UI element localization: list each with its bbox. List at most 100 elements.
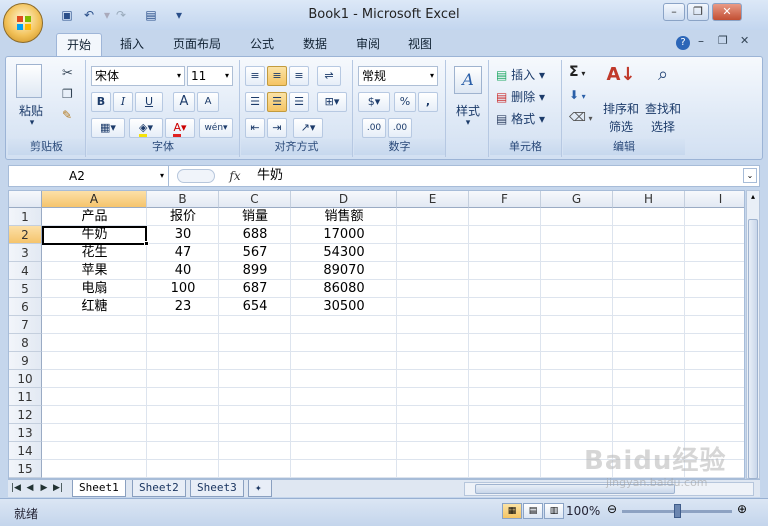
autosum-button[interactable]: Σ ▾ bbox=[569, 64, 585, 80]
cell-B2[interactable]: 30 bbox=[147, 226, 219, 244]
align-top-button[interactable]: ≡ bbox=[245, 66, 265, 86]
tab-page-layout[interactable]: 页面布局 bbox=[163, 33, 231, 56]
cell-A6[interactable]: 红糖 bbox=[42, 298, 147, 316]
redo-icon[interactable]: ↷ bbox=[112, 7, 130, 23]
zoom-in-icon[interactable]: ⊕ bbox=[737, 502, 747, 516]
find-select-label[interactable]: 查找和 bbox=[643, 100, 683, 117]
row-header-5[interactable]: 5 bbox=[9, 280, 42, 298]
increase-indent-button[interactable]: ⇥ bbox=[267, 118, 287, 138]
sort-filter-icon[interactable]: A↓ bbox=[603, 64, 639, 90]
cell-C2[interactable]: 688 bbox=[219, 226, 291, 244]
paste-dropdown-icon[interactable]: ▾ bbox=[22, 118, 42, 128]
zoom-out-icon[interactable]: ⊖ bbox=[607, 502, 617, 516]
zoom-slider-knob[interactable] bbox=[674, 504, 681, 518]
column-header-F[interactable]: F bbox=[469, 191, 541, 208]
row-header-13[interactable]: 13 bbox=[9, 424, 42, 442]
prev-sheet-icon[interactable]: ◀ bbox=[24, 481, 36, 496]
styles-dropdown-icon[interactable]: ▾ bbox=[447, 118, 489, 128]
percent-button[interactable]: % bbox=[394, 92, 416, 112]
accounting-format-button[interactable]: $▾ bbox=[358, 92, 390, 112]
cell-B6[interactable]: 23 bbox=[147, 298, 219, 316]
cell-D6[interactable]: 30500 bbox=[291, 298, 397, 316]
row-header-1[interactable]: 1 bbox=[9, 208, 42, 226]
close-button[interactable]: ✕ bbox=[712, 3, 742, 21]
cell-A5[interactable]: 电扇 bbox=[42, 280, 147, 298]
fill-color-button[interactable]: ◈▾ bbox=[129, 118, 163, 138]
last-sheet-icon[interactable]: ▶| bbox=[52, 481, 64, 496]
column-header-E[interactable]: E bbox=[397, 191, 469, 208]
form-icon[interactable]: ▤ bbox=[142, 7, 160, 23]
align-right-button[interactable]: ☰ bbox=[289, 92, 309, 112]
row-header-4[interactable]: 4 bbox=[9, 262, 42, 280]
page-break-view-button[interactable]: ▥ bbox=[544, 503, 564, 519]
vertical-scroll-thumb[interactable] bbox=[748, 219, 758, 479]
bold-button[interactable]: B bbox=[91, 92, 111, 112]
fill-icon[interactable]: ⬇ ▾ bbox=[569, 88, 586, 102]
tab-formulas[interactable]: 公式 bbox=[240, 33, 284, 56]
name-box[interactable]: A2 ▾ bbox=[9, 166, 169, 186]
cell-C4[interactable]: 899 bbox=[219, 262, 291, 280]
row-header-6[interactable]: 6 bbox=[9, 298, 42, 316]
italic-button[interactable]: I bbox=[113, 92, 133, 112]
row-header-12[interactable]: 12 bbox=[9, 406, 42, 424]
column-header-C[interactable]: C bbox=[219, 191, 291, 208]
undo-icon[interactable]: ↶ bbox=[80, 7, 98, 23]
insert-function-button[interactable]: fx bbox=[223, 166, 247, 186]
row-header-11[interactable]: 11 bbox=[9, 388, 42, 406]
cell-D4[interactable]: 89070 bbox=[291, 262, 397, 280]
find-select-icon[interactable]: ⌕ bbox=[645, 64, 681, 90]
cell-C6[interactable]: 654 bbox=[219, 298, 291, 316]
cell-D1[interactable]: 销售额 bbox=[291, 208, 397, 226]
column-header-H[interactable]: H bbox=[613, 191, 685, 208]
row-header-10[interactable]: 10 bbox=[9, 370, 42, 388]
fill-handle[interactable] bbox=[144, 241, 149, 246]
column-header-B[interactable]: B bbox=[147, 191, 219, 208]
sort-filter-label-2[interactable]: 筛选 bbox=[601, 118, 641, 135]
sort-filter-label[interactable]: 排序和 bbox=[601, 100, 641, 117]
insert-sheet-icon[interactable]: ✦ bbox=[248, 480, 272, 497]
ribbon-minimize-icon[interactable]: – bbox=[698, 34, 704, 48]
cell-D3[interactable]: 54300 bbox=[291, 244, 397, 262]
comma-button[interactable]: , bbox=[418, 92, 438, 112]
help-icon[interactable]: ? bbox=[676, 36, 690, 50]
column-header-D[interactable]: D bbox=[291, 191, 397, 208]
grow-font-button[interactable]: A bbox=[173, 92, 195, 112]
align-left-button[interactable]: ☰ bbox=[245, 92, 265, 112]
worksheet-grid[interactable]: A B C D E F G H I 1 2 3 4 5 6 7 8 9 10 11 12 13 14 15 产品 报价 销量 销售额牛… bbox=[8, 190, 745, 479]
paste-button[interactable]: 粘贴 bbox=[16, 102, 46, 119]
column-header-A[interactable]: A bbox=[42, 191, 147, 208]
tab-view[interactable]: 视图 bbox=[398, 33, 442, 56]
copy-icon[interactable]: ❐ bbox=[62, 87, 73, 101]
page-layout-view-button[interactable]: ▤ bbox=[523, 503, 543, 519]
expand-formula-icon[interactable]: ⌄ bbox=[743, 168, 757, 183]
ribbon-close-icon[interactable]: ✕ bbox=[740, 34, 749, 47]
align-middle-button[interactable]: ≡ bbox=[267, 66, 287, 86]
cut-icon[interactable]: ✂ bbox=[62, 66, 73, 81]
row-header-3[interactable]: 3 bbox=[9, 244, 42, 262]
next-sheet-icon[interactable]: ▶ bbox=[38, 481, 50, 496]
select-all-button[interactable] bbox=[9, 191, 42, 208]
format-cells-button[interactable]: ▤ 格式 ▾ bbox=[496, 110, 545, 127]
styles-button[interactable]: 样式 bbox=[447, 102, 489, 119]
vertical-scrollbar[interactable]: ▴ bbox=[746, 190, 760, 479]
formula-input[interactable]: 牛奶 bbox=[257, 166, 283, 186]
align-bottom-button[interactable]: ≡ bbox=[289, 66, 309, 86]
cell-B4[interactable]: 40 bbox=[147, 262, 219, 280]
styles-icon[interactable]: A bbox=[454, 66, 482, 94]
office-button[interactable] bbox=[3, 3, 43, 43]
row-header-14[interactable]: 14 bbox=[9, 442, 42, 460]
restore-button[interactable]: ❐ bbox=[687, 3, 709, 21]
merge-center-button[interactable]: ⊞▾ bbox=[317, 92, 347, 112]
border-button[interactable]: ▦▾ bbox=[91, 118, 125, 138]
cell-C5[interactable]: 687 bbox=[219, 280, 291, 298]
shrink-font-button[interactable]: A bbox=[197, 92, 219, 112]
minimize-button[interactable]: – bbox=[663, 3, 685, 21]
ribbon-restore-icon[interactable]: ❐ bbox=[718, 34, 728, 47]
first-sheet-icon[interactable]: |◀ bbox=[10, 481, 22, 496]
tab-home[interactable]: 开始 bbox=[56, 33, 103, 56]
cell-B1[interactable]: 报价 bbox=[147, 208, 219, 226]
delete-cells-button[interactable]: ▤ 删除 ▾ bbox=[496, 88, 545, 105]
cell-B5[interactable]: 100 bbox=[147, 280, 219, 298]
find-select-label-2[interactable]: 选择 bbox=[643, 118, 683, 135]
cell-A1[interactable]: 产品 bbox=[42, 208, 147, 226]
